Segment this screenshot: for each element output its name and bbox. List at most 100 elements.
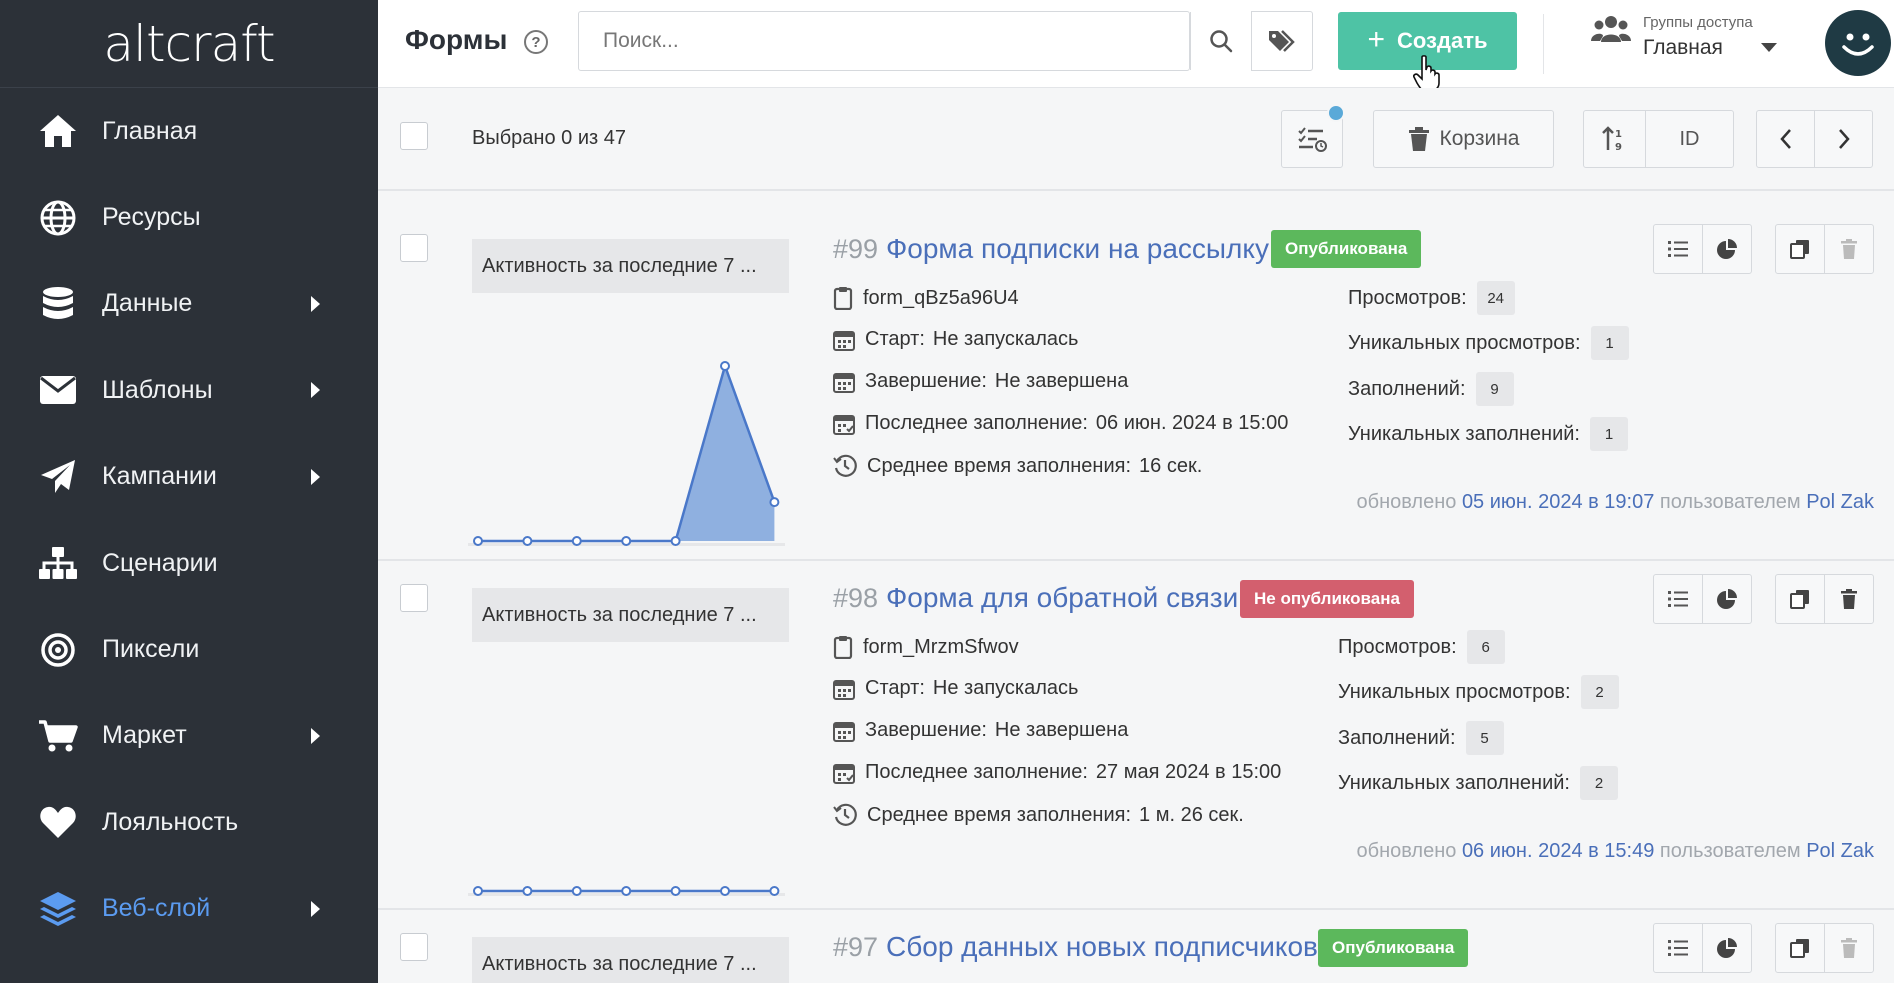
help-icon[interactable]: ? [524,30,548,54]
sidebar-item-resources[interactable]: Ресурсы [0,174,378,260]
copy-button[interactable] [1775,224,1825,274]
prev-page-button[interactable] [1756,110,1815,168]
chart-point-1[interactable] [522,886,533,896]
calendar-icon [833,721,855,742]
trash-button[interactable]: Корзина [1373,110,1554,168]
views-count: 24 [1476,281,1515,315]
copy-button[interactable] [1775,923,1825,973]
sidebar-item-web-layer[interactable]: Веб-слой [0,866,378,952]
chart-point-4[interactable] [670,886,681,896]
sidebar-item-templates[interactable]: Шаблоны [0,347,378,433]
sidebar: altcraft Главная Ресурсы Данные Шаблоны … [0,0,378,983]
globe-icon [38,198,78,238]
views-stat: Просмотров: 6 [1338,630,1505,664]
statistics-button[interactable] [1702,224,1752,274]
sidebar-item-label: Маркет [102,721,187,750]
calendar-icon [833,679,855,700]
clock-icon [833,803,857,826]
chevron-right-icon [311,382,320,399]
form-title-link[interactable]: Форма для обратной связи [886,582,1238,614]
sidebar-item-label: Шаблоны [102,375,213,404]
plus-icon: + [1367,22,1386,56]
last-fill-row: Последнее заполнение: 06 июн. 2024 в 15:… [833,412,1288,435]
access-group-select[interactable]: Главная [1643,36,1723,60]
chart-point-6[interactable] [769,497,780,508]
chart-point-2[interactable] [571,886,582,896]
sidebar-item-home[interactable]: Главная [0,88,378,174]
details-button[interactable] [1653,574,1703,624]
database-icon [38,284,78,324]
chart-point-3[interactable] [621,536,632,546]
form-title-link[interactable]: Форма подписки на рассылку [886,233,1269,265]
sidebar-item-pixels[interactable]: Пиксели [0,606,378,692]
sidebar-item-scenarios[interactable]: Сценарии [0,520,378,606]
updated-by-user-link[interactable]: Pol Zak [1806,491,1874,513]
avatar[interactable] [1825,10,1891,76]
chart-point-0[interactable] [473,886,483,896]
copy-icon [1790,240,1809,259]
start-label: Старт: [865,677,925,699]
tags-button[interactable] [1251,11,1313,71]
clipboard-icon [833,287,853,310]
chevron-right-icon [311,468,320,485]
caret-down-icon[interactable] [1761,43,1777,52]
unique-fills-label: Уникальных заполнений: [1338,771,1570,794]
chart-point-5[interactable] [720,361,730,371]
chart-point-5[interactable] [720,886,730,896]
sidebar-item-label: Лояльность [102,807,239,836]
row-checkbox[interactable] [400,584,428,612]
unique-fills-count: 1 [1590,417,1628,451]
copy-button[interactable] [1775,574,1825,624]
filter-indicator-badge [1327,104,1345,122]
chart-point-0[interactable] [473,536,483,546]
end-value: Не завершена [994,719,1129,741]
unique-views-count: 1 [1590,326,1629,360]
sidebar-item-data[interactable]: Данные [0,261,378,347]
sort-field-select[interactable]: ID [1645,110,1734,168]
sidebar-item-market[interactable]: Маркет [0,693,378,779]
chevron-right-icon [311,295,320,312]
altcraft-logo[interactable]: altcraft [0,0,378,88]
list-icon [1668,591,1688,607]
chevron-right-icon [311,727,320,744]
form-id: #99 [833,234,879,264]
search-button[interactable] [1190,12,1251,70]
avg-time-row: Среднее время заполнения: 16 сек. [833,454,1202,478]
heart-icon [38,802,78,842]
updated-by-user-link[interactable]: Pol Zak [1806,840,1874,862]
chart-point-3[interactable] [621,886,632,896]
search-input[interactable] [579,12,1191,70]
form-title-link[interactable]: Сбор данных новых подписчиков [886,931,1318,963]
sidebar-item-loyalty[interactable]: Лояльность [0,779,378,865]
sort-order-button[interactable]: 19 [1583,110,1646,168]
chart-area [478,366,775,541]
select-all-checkbox[interactable] [400,122,428,150]
fills-stat: Заполнений: 5 [1338,721,1504,755]
next-page-button[interactable] [1814,110,1873,168]
delete-button[interactable] [1824,224,1874,274]
trash-icon [1841,239,1857,259]
statistics-button[interactable] [1702,923,1752,973]
start-value: Не запускалась [932,328,1079,350]
end-label: Завершение: [865,719,987,741]
sidebar-item-label: Пиксели [102,635,200,664]
delete-button[interactable] [1824,574,1874,624]
chart-point-6[interactable] [769,886,780,896]
statistics-button[interactable] [1702,574,1752,624]
smiley-icon [1842,33,1874,56]
row-checkbox[interactable] [400,933,428,961]
chart-point-1[interactable] [522,536,533,546]
details-button[interactable] [1653,923,1703,973]
sidebar-item-campaigns[interactable]: Кампании [0,434,378,520]
unique-views-stat: Уникальных просмотров: 2 [1338,675,1619,709]
delete-button[interactable] [1824,923,1874,973]
chart-point-2[interactable] [571,536,582,546]
end-label: Завершение: [865,370,987,392]
trash-label: Корзина [1439,127,1520,150]
row-checkbox[interactable] [400,234,428,262]
updated-info: обновлено 05 июн. 2024 в 19:07 пользоват… [1357,491,1875,514]
details-button[interactable] [1653,224,1703,274]
list-icon [1668,940,1688,956]
start-value: Не запускалась [932,677,1079,699]
chart-point-4[interactable] [670,536,681,546]
